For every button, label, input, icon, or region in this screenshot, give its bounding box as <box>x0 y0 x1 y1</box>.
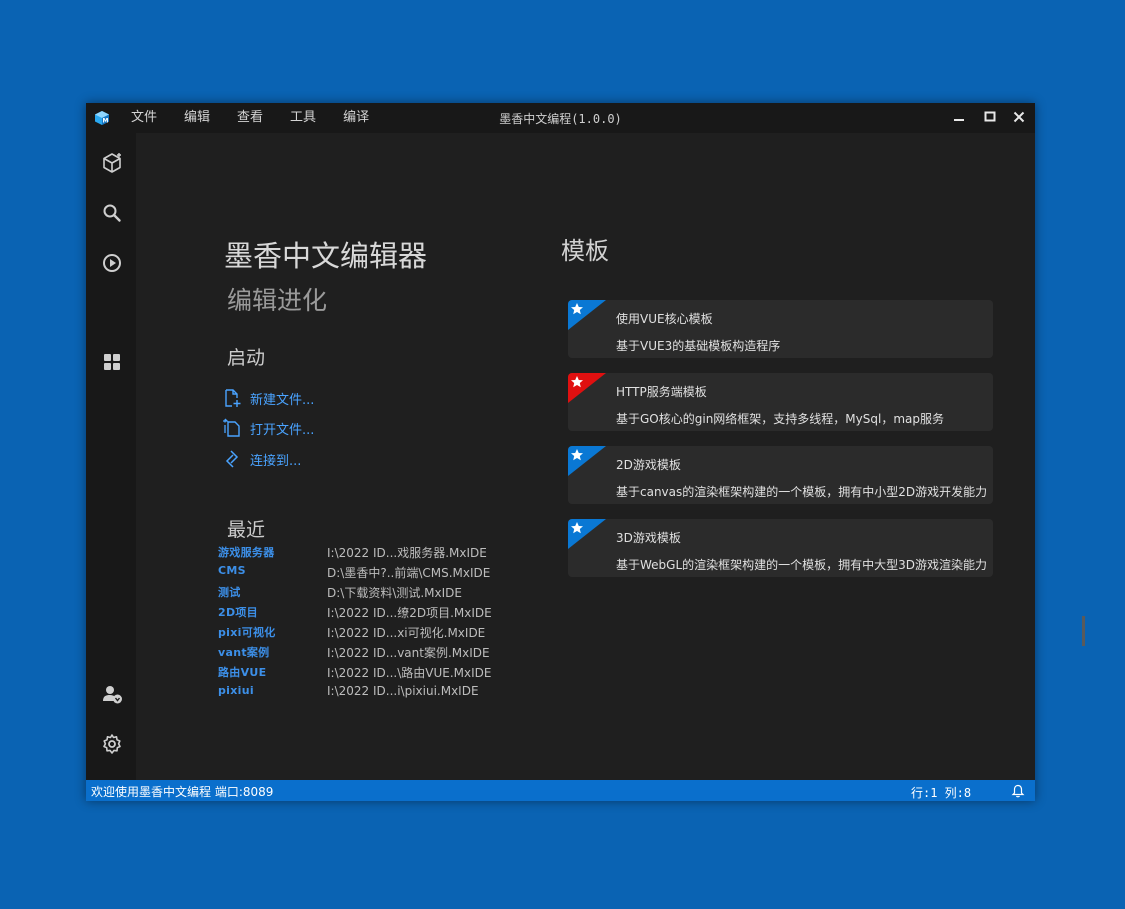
recent-path: D:\下载资料\测试.MxIDE <box>327 586 463 600</box>
star-badge-icon <box>568 373 606 403</box>
new-file-label: 新建文件... <box>250 392 315 408</box>
app-window: M 文件 编辑 查看 工具 编译 墨香中文编程(1.0.0) 墨香中文编辑器 编… <box>86 103 1085 801</box>
cube-icon[interactable] <box>100 151 124 175</box>
maximize-icon[interactable] <box>983 110 997 124</box>
template-card[interactable]: 使用VUE核心模板 基于VUE3的基础模板构造程序 <box>568 300 993 358</box>
gear-icon[interactable] <box>100 732 124 756</box>
remote-connect-icon <box>225 450 239 468</box>
template-desc: 基于GO核心的gin网络框架，支持多线程，MySql，map服务 <box>616 412 944 426</box>
recent-name[interactable]: vant案例 <box>218 644 269 660</box>
connect-link[interactable]: 连接到... <box>222 447 301 471</box>
template-name: 使用VUE核心模板 <box>616 312 713 326</box>
recent-name[interactable]: 游戏服务器 <box>218 544 275 560</box>
welcome-subtitle: 编辑进化 <box>227 286 328 315</box>
template-name: HTTP服务端模板 <box>616 385 707 399</box>
recent-item[interactable]: 游戏服务器 I:\2022 ID...戏服务器.MxIDE <box>218 541 518 561</box>
open-file-label: 打开文件... <box>250 422 315 438</box>
bell-icon[interactable] <box>1011 784 1025 798</box>
recent-name[interactable]: 路由VUE <box>218 664 266 680</box>
run-debug-icon[interactable] <box>100 251 124 275</box>
recent-heading: 最近 <box>227 519 266 541</box>
recent-path: D:\墨香中?..前端\CMS.MxIDE <box>327 566 491 580</box>
recent-item[interactable]: 测试 D:\下载资料\测试.MxIDE <box>218 581 518 601</box>
status-bar: 欢迎使用墨香中文编程 端口:8089 行:1 列:8 <box>86 780 1035 801</box>
recent-item[interactable]: CMS D:\墨香中?..前端\CMS.MxIDE <box>218 561 518 581</box>
template-card[interactable]: HTTP服务端模板 基于GO核心的gin网络框架，支持多线程，MySql，map… <box>568 373 993 431</box>
template-desc: 基于canvas的渲染框架构建的一个模板，拥有中小型2D游戏开发能力 <box>616 485 988 499</box>
extensions-icon[interactable] <box>100 350 124 374</box>
templates-heading: 模板 <box>561 237 609 265</box>
minimize-icon[interactable] <box>952 110 966 124</box>
status-message: 欢迎使用墨香中文编程 端口:8089 <box>91 785 274 799</box>
welcome-title: 墨香中文编辑器 <box>224 239 428 273</box>
recent-name[interactable]: pixiui <box>218 684 254 697</box>
template-name: 3D游戏模板 <box>616 531 681 545</box>
window-title: 墨香中文编程(1.0.0) <box>499 112 622 126</box>
recent-item[interactable]: pixiui I:\2022 ID...i\pixiui.MxIDE <box>218 681 518 701</box>
cursor-position[interactable]: 行:1 列:8 <box>911 784 971 801</box>
template-card[interactable]: 3D游戏模板 基于WebGL的渲染框架构建的一个模板，拥有中大型3D游戏渲染能力 <box>568 519 993 577</box>
star-badge-icon <box>568 300 606 330</box>
recent-path: I:\2022 ID...戏服务器.MxIDE <box>327 546 487 560</box>
recent-path: I:\2022 ID...i\pixiui.MxIDE <box>327 684 479 698</box>
open-file-link[interactable]: 打开文件... <box>222 416 314 440</box>
account-icon[interactable] <box>100 682 124 706</box>
star-badge-icon <box>568 519 606 549</box>
start-heading: 启动 <box>227 347 266 369</box>
recent-path: I:\2022 ID...\路由VUE.MxIDE <box>327 666 492 680</box>
recent-path: I:\2022 ID...xi可视化.MxIDE <box>327 626 486 640</box>
recent-item[interactable]: vant案例 I:\2022 ID...vant案例.MxIDE <box>218 641 518 661</box>
open-file-icon <box>223 418 240 437</box>
activity-bar <box>86 133 136 780</box>
recent-name[interactable]: 测试 <box>218 584 241 600</box>
welcome-page: 墨香中文编辑器 编辑进化 启动 新建文件... 打开文件... 连接到... 最… <box>136 133 1085 780</box>
recent-path: I:\2022 ID...缭2D项目.MxIDE <box>327 606 492 620</box>
star-badge-icon <box>568 446 606 476</box>
new-file-link[interactable]: 新建文件... <box>222 386 314 410</box>
recent-name[interactable]: pixi可视化 <box>218 624 276 640</box>
scrollbar-thumb[interactable] <box>1082 616 1085 646</box>
template-card[interactable]: 2D游戏模板 基于canvas的渲染框架构建的一个模板，拥有中小型2D游戏开发能… <box>568 446 993 504</box>
recent-item[interactable]: 路由VUE I:\2022 ID...\路由VUE.MxIDE <box>218 661 518 681</box>
title-bar: M 文件 编辑 查看 工具 编译 墨香中文编程(1.0.0) <box>86 103 1035 133</box>
search-icon[interactable] <box>100 201 124 225</box>
recent-name[interactable]: 2D项目 <box>218 604 258 620</box>
close-icon[interactable] <box>1012 110 1026 124</box>
recent-name[interactable]: CMS <box>218 564 246 577</box>
template-desc: 基于VUE3的基础模板构造程序 <box>616 339 781 353</box>
recent-item[interactable]: 2D项目 I:\2022 ID...缭2D项目.MxIDE <box>218 601 518 621</box>
template-desc: 基于WebGL的渲染框架构建的一个模板，拥有中大型3D游戏渲染能力 <box>616 558 988 572</box>
template-name: 2D游戏模板 <box>616 458 681 472</box>
recent-path: I:\2022 ID...vant案例.MxIDE <box>327 646 490 660</box>
recent-item[interactable]: pixi可视化 I:\2022 ID...xi可视化.MxIDE <box>218 621 518 641</box>
new-file-icon <box>225 389 241 407</box>
connect-label: 连接到... <box>250 453 302 469</box>
